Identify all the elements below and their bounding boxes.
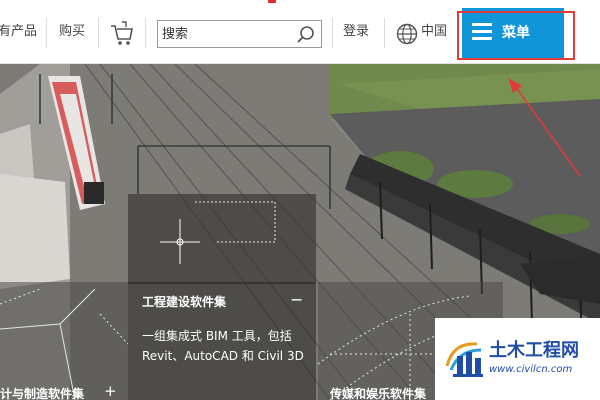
collapse-button[interactable]: − (290, 292, 303, 308)
nav-region-link[interactable]: 中国 (421, 22, 447, 42)
panel-title: 工程建设软件集 (142, 295, 227, 309)
watermark-title: 土木工程网 (489, 340, 579, 361)
expand-button[interactable]: + (104, 383, 117, 399)
design-manufacturing-collection-label[interactable]: 计与制造软件集 (0, 386, 84, 400)
media-entertainment-collection-label[interactable]: 传媒和娱乐软件集 (330, 386, 426, 400)
highlight-box (457, 11, 575, 60)
civilcn-logo-icon (443, 336, 487, 380)
nav-divider (98, 18, 99, 48)
search-input[interactable] (160, 23, 292, 45)
nav-divider (145, 18, 146, 48)
nav-all-products-link[interactable]: 有产品 (0, 22, 37, 42)
panel-description: 一组集成式 BIM 工具，包括 Revit、AutoCAD 和 Civil 3D (142, 329, 304, 363)
construction-collection-panel[interactable]: 工程建设软件集 − 一组集成式 BIM 工具，包括 Revit、AutoCAD … (128, 282, 316, 400)
nav-divider (332, 18, 333, 48)
nav-login-link[interactable]: 登录 (343, 22, 369, 42)
cart-icon[interactable] (108, 18, 136, 48)
nav-divider (46, 18, 47, 48)
watermark: 土木工程网 www.civilcn.com (435, 318, 600, 400)
globe-icon[interactable] (396, 23, 418, 45)
nav-divider (384, 18, 385, 48)
nav-buy-link[interactable]: 购买 (59, 22, 85, 42)
watermark-url: www.civilcn.com (489, 364, 573, 375)
search-icon[interactable] (295, 24, 317, 46)
nav-accent-strip (268, 0, 276, 3)
search-box (157, 20, 322, 48)
top-nav-bar: 有产品 购买 登录 中国 (0, 0, 600, 64)
